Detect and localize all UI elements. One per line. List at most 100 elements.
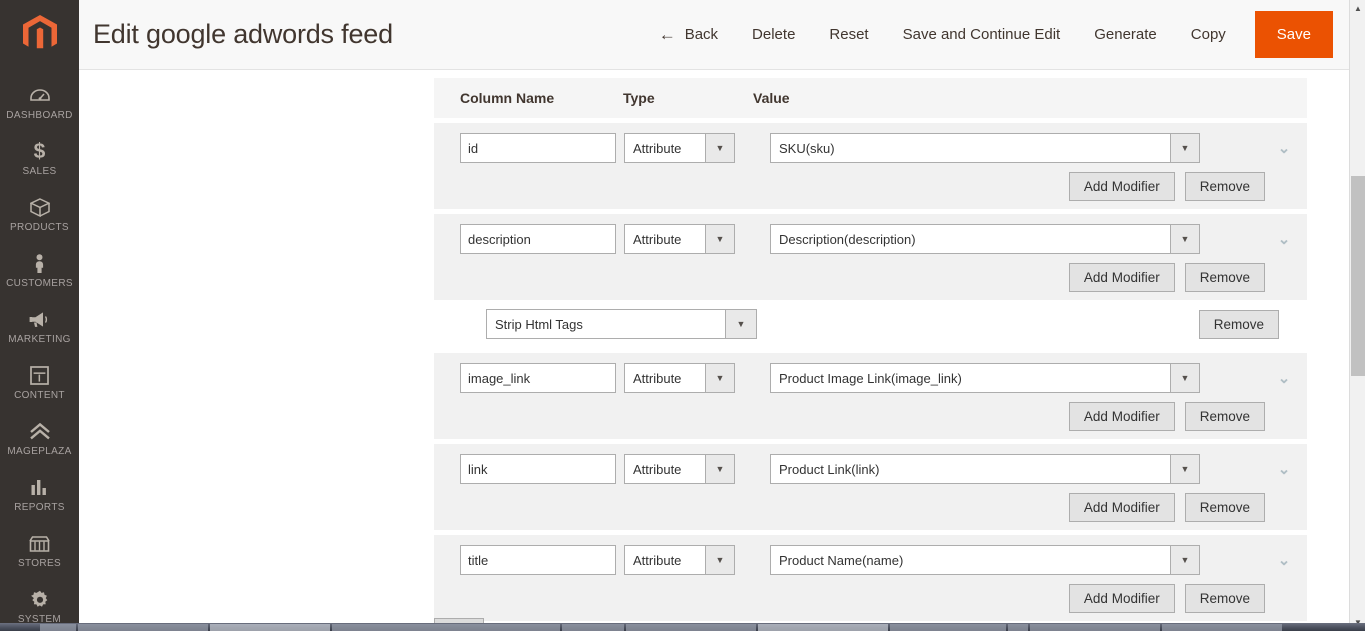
type-select[interactable]: Attribute ▼ — [624, 133, 735, 163]
taskbar-item[interactable] — [1008, 624, 1028, 631]
taskbar-item[interactable] — [78, 624, 208, 631]
value-select-value: Product Name(name) — [779, 552, 904, 568]
sidebar-item-label: DASHBOARD — [6, 110, 73, 121]
scrollbar-thumb[interactable] — [1351, 176, 1365, 376]
column-name-input[interactable] — [460, 454, 616, 484]
caret-down-icon: ▼ — [705, 546, 734, 574]
taskbar-item[interactable] — [562, 624, 624, 631]
value-select[interactable]: Description(description) ▼ — [770, 224, 1200, 254]
caret-down-icon: ▼ — [1170, 455, 1199, 483]
type-select[interactable]: Attribute ▼ — [624, 454, 735, 484]
admin-page: DASHBOARD $ SALES PRODUCTS CUSTOMERS MAR… — [0, 0, 1365, 631]
caret-down-icon: ▼ — [1170, 364, 1199, 392]
taskbar-item[interactable] — [758, 624, 888, 631]
type-select-value: Attribute — [633, 461, 682, 477]
taskbar-item[interactable] — [1162, 624, 1282, 631]
column-name-input[interactable] — [460, 363, 616, 393]
sidebar-item-products[interactable]: PRODUCTS — [0, 186, 79, 242]
sidebar-item-content[interactable]: CONTENT — [0, 354, 79, 410]
generate-button[interactable]: Generate — [1077, 0, 1174, 69]
add-modifier-button[interactable]: Add Modifier — [1068, 584, 1175, 613]
column-name-input[interactable] — [460, 133, 616, 163]
table-row: Attribute ▼ Product Name(name) ▼ Add Mod… — [434, 535, 1307, 621]
table-row: Attribute ▼ Description(description) ▼ A… — [434, 214, 1307, 300]
sidebar-nav-list: DASHBOARD $ SALES PRODUCTS CUSTOMERS MAR… — [0, 68, 79, 631]
sidebar-item-label: CUSTOMERS — [6, 278, 73, 289]
remove-row-button[interactable]: Remove — [1184, 402, 1265, 431]
sidebar-item-dashboard[interactable]: DASHBOARD — [0, 74, 79, 130]
vertical-scrollbar[interactable]: ▲ ▼ — [1349, 0, 1365, 631]
caret-down-icon: ▼ — [1170, 225, 1199, 253]
value-select-value: Product Link(link) — [779, 461, 880, 477]
type-select-value: Attribute — [633, 231, 682, 247]
admin-sidebar: DASHBOARD $ SALES PRODUCTS CUSTOMERS MAR… — [0, 0, 79, 631]
sidebar-item-label: PRODUCTS — [10, 222, 69, 233]
chevron-down-icon[interactable]: ⌄ — [1275, 141, 1293, 156]
column-header-name: Column Name — [460, 90, 555, 106]
value-select[interactable]: SKU(sku) ▼ — [770, 133, 1200, 163]
taskbar-item[interactable] — [332, 624, 560, 631]
column-name-input[interactable] — [460, 224, 616, 254]
value-select-value: SKU(sku) — [779, 140, 835, 156]
back-button[interactable]: ← Back — [642, 0, 735, 69]
modifier-select-value: Strip Html Tags — [495, 316, 583, 332]
gear-icon — [30, 588, 50, 611]
column-header-type: Type — [623, 90, 655, 106]
value-select[interactable]: Product Name(name) ▼ — [770, 545, 1200, 575]
value-select[interactable]: Product Link(link) ▼ — [770, 454, 1200, 484]
reset-button[interactable]: Reset — [812, 0, 885, 69]
remove-row-button[interactable]: Remove — [1184, 584, 1265, 613]
add-modifier-button[interactable]: Add Modifier — [1068, 172, 1175, 201]
taskbar-item[interactable] — [626, 624, 756, 631]
chevron-down-icon[interactable]: ⌄ — [1275, 462, 1293, 477]
taskbar-item[interactable] — [1030, 624, 1160, 631]
person-icon — [33, 252, 46, 275]
caret-down-icon: ▼ — [725, 310, 756, 338]
value-select-value: Description(description) — [779, 231, 916, 247]
modifier-select[interactable]: Strip Html Tags ▼ — [486, 309, 757, 339]
type-select[interactable]: Attribute ▼ — [624, 363, 735, 393]
header-actions: ← Back Delete Reset Save and Continue Ed… — [642, 0, 1349, 69]
sidebar-item-label: STORES — [17, 558, 62, 569]
save-button[interactable]: Save — [1254, 11, 1333, 58]
feed-column-mapping-table: Column Name Type Value Attribute ▼ SKU(s… — [434, 78, 1307, 631]
megaphone-icon — [29, 308, 50, 331]
table-row: Attribute ▼ Product Image Link(image_lin… — [434, 353, 1307, 439]
add-modifier-button[interactable]: Add Modifier — [1068, 493, 1175, 522]
scroll-up-arrow-icon[interactable]: ▲ — [1350, 0, 1365, 17]
magento-logo-icon — [22, 15, 57, 49]
sidebar-item-customers[interactable]: CUSTOMERS — [0, 242, 79, 298]
chevron-down-icon[interactable]: ⌄ — [1275, 371, 1293, 386]
delete-button[interactable]: Delete — [735, 0, 812, 69]
chevron-down-icon[interactable]: ⌄ — [1275, 232, 1293, 247]
value-select[interactable]: Product Image Link(image_link) ▼ — [770, 363, 1200, 393]
remove-row-button[interactable]: Remove — [1184, 493, 1265, 522]
sidebar-item-marketing[interactable]: MARKETING — [0, 298, 79, 354]
taskbar-item[interactable] — [210, 624, 330, 631]
sidebar-item-sales[interactable]: $ SALES — [0, 130, 79, 186]
add-modifier-button[interactable]: Add Modifier — [1068, 263, 1175, 292]
type-select[interactable]: Attribute ▼ — [624, 545, 735, 575]
table-header-row: Column Name Type Value — [434, 78, 1307, 118]
remove-row-button[interactable]: Remove — [1184, 172, 1265, 201]
add-modifier-button[interactable]: Add Modifier — [1068, 402, 1175, 431]
arrow-left-icon: ← — [658, 25, 676, 44]
sidebar-item-stores[interactable]: STORES — [0, 522, 79, 578]
chevron-down-icon[interactable]: ⌄ — [1275, 553, 1293, 568]
column-header-value: Value — [753, 90, 790, 106]
dollar-sign-icon: $ — [33, 139, 46, 163]
sidebar-item-reports[interactable]: REPORTS — [0, 466, 79, 522]
sidebar-item-mageplaza[interactable]: MAGEPLAZA — [0, 410, 79, 466]
taskbar-item[interactable] — [40, 624, 76, 631]
type-select-value: Attribute — [633, 370, 682, 386]
save-and-continue-edit-button[interactable]: Save and Continue Edit — [886, 0, 1078, 69]
magento-logo[interactable] — [0, 0, 79, 68]
layout-panel-icon — [30, 364, 49, 387]
sidebar-item-label: MARKETING — [8, 334, 71, 345]
copy-button[interactable]: Copy — [1174, 0, 1243, 69]
remove-row-button[interactable]: Remove — [1184, 263, 1265, 292]
taskbar-item[interactable] — [890, 624, 1006, 631]
remove-modifier-button[interactable]: Remove — [1198, 309, 1279, 339]
type-select[interactable]: Attribute ▼ — [624, 224, 735, 254]
column-name-input[interactable] — [460, 545, 616, 575]
